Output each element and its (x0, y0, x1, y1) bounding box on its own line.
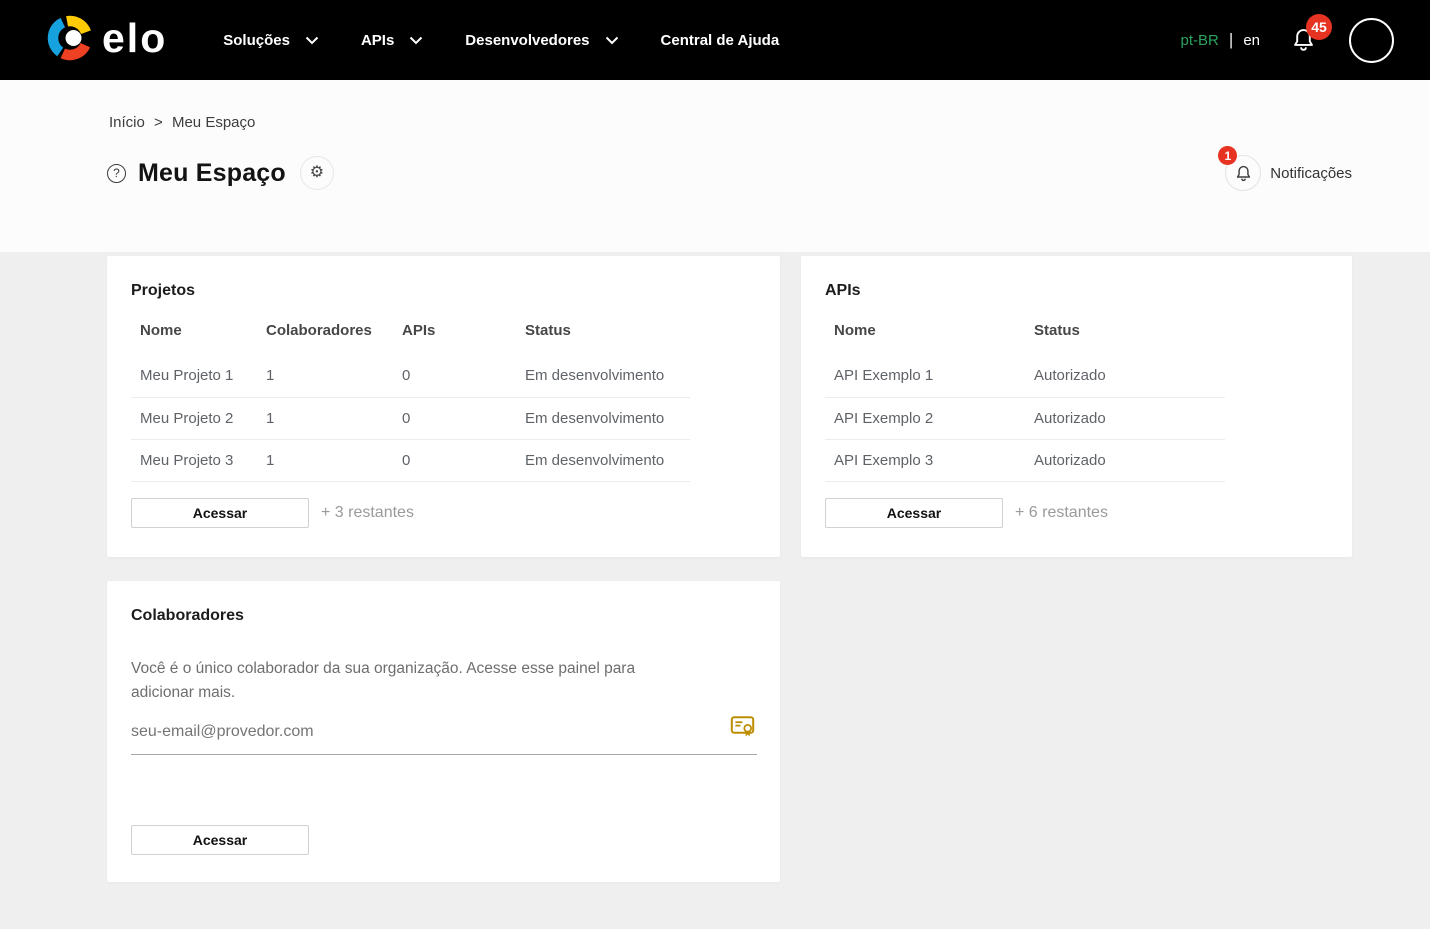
collaborators-description: Você é o único colaborador da sua organi… (131, 660, 636, 701)
cell-collaborators-count: 1 (257, 397, 393, 440)
language-pt-br[interactable]: pt-BR (1181, 32, 1219, 49)
cell-status: Autorizado (1025, 439, 1225, 482)
page-body: Projetos Nome Colaboradores APIs Status … (0, 252, 1430, 882)
elo-logo[interactable]: elo (40, 10, 167, 71)
title-row: ? Meu Espaço ⚙ 1 Notificações (107, 146, 1352, 191)
column-header-nome: Nome (140, 322, 182, 339)
elo-logo-icon (40, 10, 98, 71)
collaborators-card-footer: Acessar (131, 825, 756, 855)
bell-icon (1236, 165, 1250, 181)
projects-remaining-count: + 3 restantes (321, 503, 414, 521)
cell-status: Autorizado (1025, 355, 1225, 398)
cell-status: Em desenvolvimento (516, 439, 690, 482)
breadcrumb: Início > Meu Espaço (107, 114, 1352, 131)
apis-table: Nome Status API Exemplo 1 Autorizado API… (825, 322, 1225, 482)
table-row: API Exemplo 3 Autorizado (825, 439, 1225, 482)
settings-gear-button[interactable]: ⚙ (299, 156, 334, 190)
language-en[interactable]: en (1243, 32, 1260, 49)
chevron-down-icon (605, 36, 618, 44)
notifications-bell-circle: 1 (1218, 146, 1262, 191)
cell-apis-count: 0 (393, 397, 516, 440)
certificate-icon (730, 714, 755, 744)
notifications-button[interactable]: 1 Notificações (1218, 146, 1352, 191)
column-header-apis: APIs (402, 322, 436, 339)
language-divider: | (1228, 30, 1234, 49)
page-title: Meu Espaço (138, 158, 286, 187)
cell-apis-count: 0 (393, 355, 516, 398)
projects-table-header-row: Nome Colaboradores APIs Status (131, 322, 690, 355)
apis-card-footer: Acessar + 6 restantes (825, 497, 1328, 528)
navbar-notification-count-badge: 45 (1306, 14, 1332, 40)
nav-item-label: Soluções (223, 31, 290, 49)
projects-card-title: Projetos (131, 282, 196, 299)
table-row: Meu Projeto 2 1 0 Em desenvolvimento (131, 397, 690, 440)
table-row: API Exemplo 2 Autorizado (825, 397, 1225, 440)
chevron-down-icon (410, 36, 423, 44)
access-projects-button[interactable]: Acessar (131, 497, 309, 528)
breadcrumb-separator: > (154, 114, 163, 131)
collaborators-card: Colaboradores Você é o único colaborador… (107, 581, 780, 882)
apis-card-title: APIs (825, 282, 861, 299)
nav-item-label: Desenvolvedores (465, 31, 590, 49)
email-input[interactable] (131, 717, 711, 741)
nav-item-solucoes[interactable]: Soluções (223, 32, 319, 49)
cell-api-name: API Exemplo 1 (825, 355, 1025, 398)
gear-icon: ⚙ (309, 164, 325, 181)
breadcrumb-inicio[interactable]: Início (109, 114, 145, 131)
nav-item-label: Central de Ajuda (660, 31, 780, 49)
apis-card: APIs Nome Status API Exemplo 1 Autorizad… (801, 256, 1352, 557)
cell-status: Autorizado (1025, 397, 1225, 440)
column-header-status: Status (525, 322, 571, 339)
breadcrumb-current: Meu Espaço (171, 114, 256, 131)
apis-remaining-count: + 6 restantes (1015, 503, 1108, 521)
column-header-colaboradores: Colaboradores (266, 322, 372, 339)
table-row: API Exemplo 1 Autorizado (825, 355, 1225, 398)
cell-project-name: Meu Projeto 1 (131, 355, 257, 398)
table-row: Meu Projeto 3 1 0 Em desenvolvimento (131, 439, 690, 482)
navbar-right-group: pt-BR | en 45 (1181, 14, 1394, 63)
top-navbar: elo Soluções APIs Desenvolvedores Centra… (0, 0, 1430, 80)
elo-logo-wordmark: elo (102, 14, 168, 61)
nav-item-central-de-ajuda[interactable]: Central de Ajuda (661, 32, 780, 49)
table-row: Meu Projeto 1 1 0 Em desenvolvimento (131, 355, 690, 398)
access-apis-button[interactable]: Acessar (825, 497, 1003, 528)
email-field-row (131, 714, 757, 755)
cell-api-name: API Exemplo 2 (825, 397, 1025, 440)
apis-table-header-row: Nome Status (825, 322, 1225, 355)
cell-status: Em desenvolvimento (516, 397, 690, 440)
cell-project-name: Meu Projeto 2 (131, 397, 257, 440)
cell-collaborators-count: 1 (257, 355, 393, 398)
access-collaborators-button[interactable]: Acessar (131, 825, 309, 855)
page-header-band: Início > Meu Espaço ? Meu Espaço ⚙ 1 Not… (0, 80, 1430, 252)
notifications-label: Notificações (1270, 164, 1352, 182)
cell-apis-count: 0 (393, 439, 516, 482)
nav-item-desenvolvedores[interactable]: Desenvolvedores (465, 32, 618, 49)
projects-table: Nome Colaboradores APIs Status Meu Proje… (131, 322, 690, 482)
nav-item-label: APIs (360, 31, 395, 49)
cell-collaborators-count: 1 (257, 439, 393, 482)
collaborators-card-title: Colaboradores (131, 607, 244, 624)
cell-project-name: Meu Projeto 3 (131, 439, 257, 482)
projects-card: Projetos Nome Colaboradores APIs Status … (107, 256, 780, 557)
cell-status: Em desenvolvimento (516, 355, 690, 398)
column-header-nome: Nome (834, 322, 876, 339)
main-nav: Soluções APIs Desenvolvedores Central de… (223, 32, 779, 49)
help-glyph: ? (113, 166, 120, 180)
nav-item-apis[interactable]: APIs (361, 32, 423, 49)
help-icon[interactable]: ? (107, 163, 126, 183)
cell-api-name: API Exemplo 3 (825, 439, 1025, 482)
chevron-down-icon (305, 36, 319, 44)
projects-card-footer: Acessar + 3 restantes (131, 497, 756, 528)
navbar-notifications-button[interactable]: 45 (1290, 14, 1332, 55)
column-header-status: Status (1034, 322, 1080, 339)
avatar[interactable] (1349, 17, 1394, 63)
